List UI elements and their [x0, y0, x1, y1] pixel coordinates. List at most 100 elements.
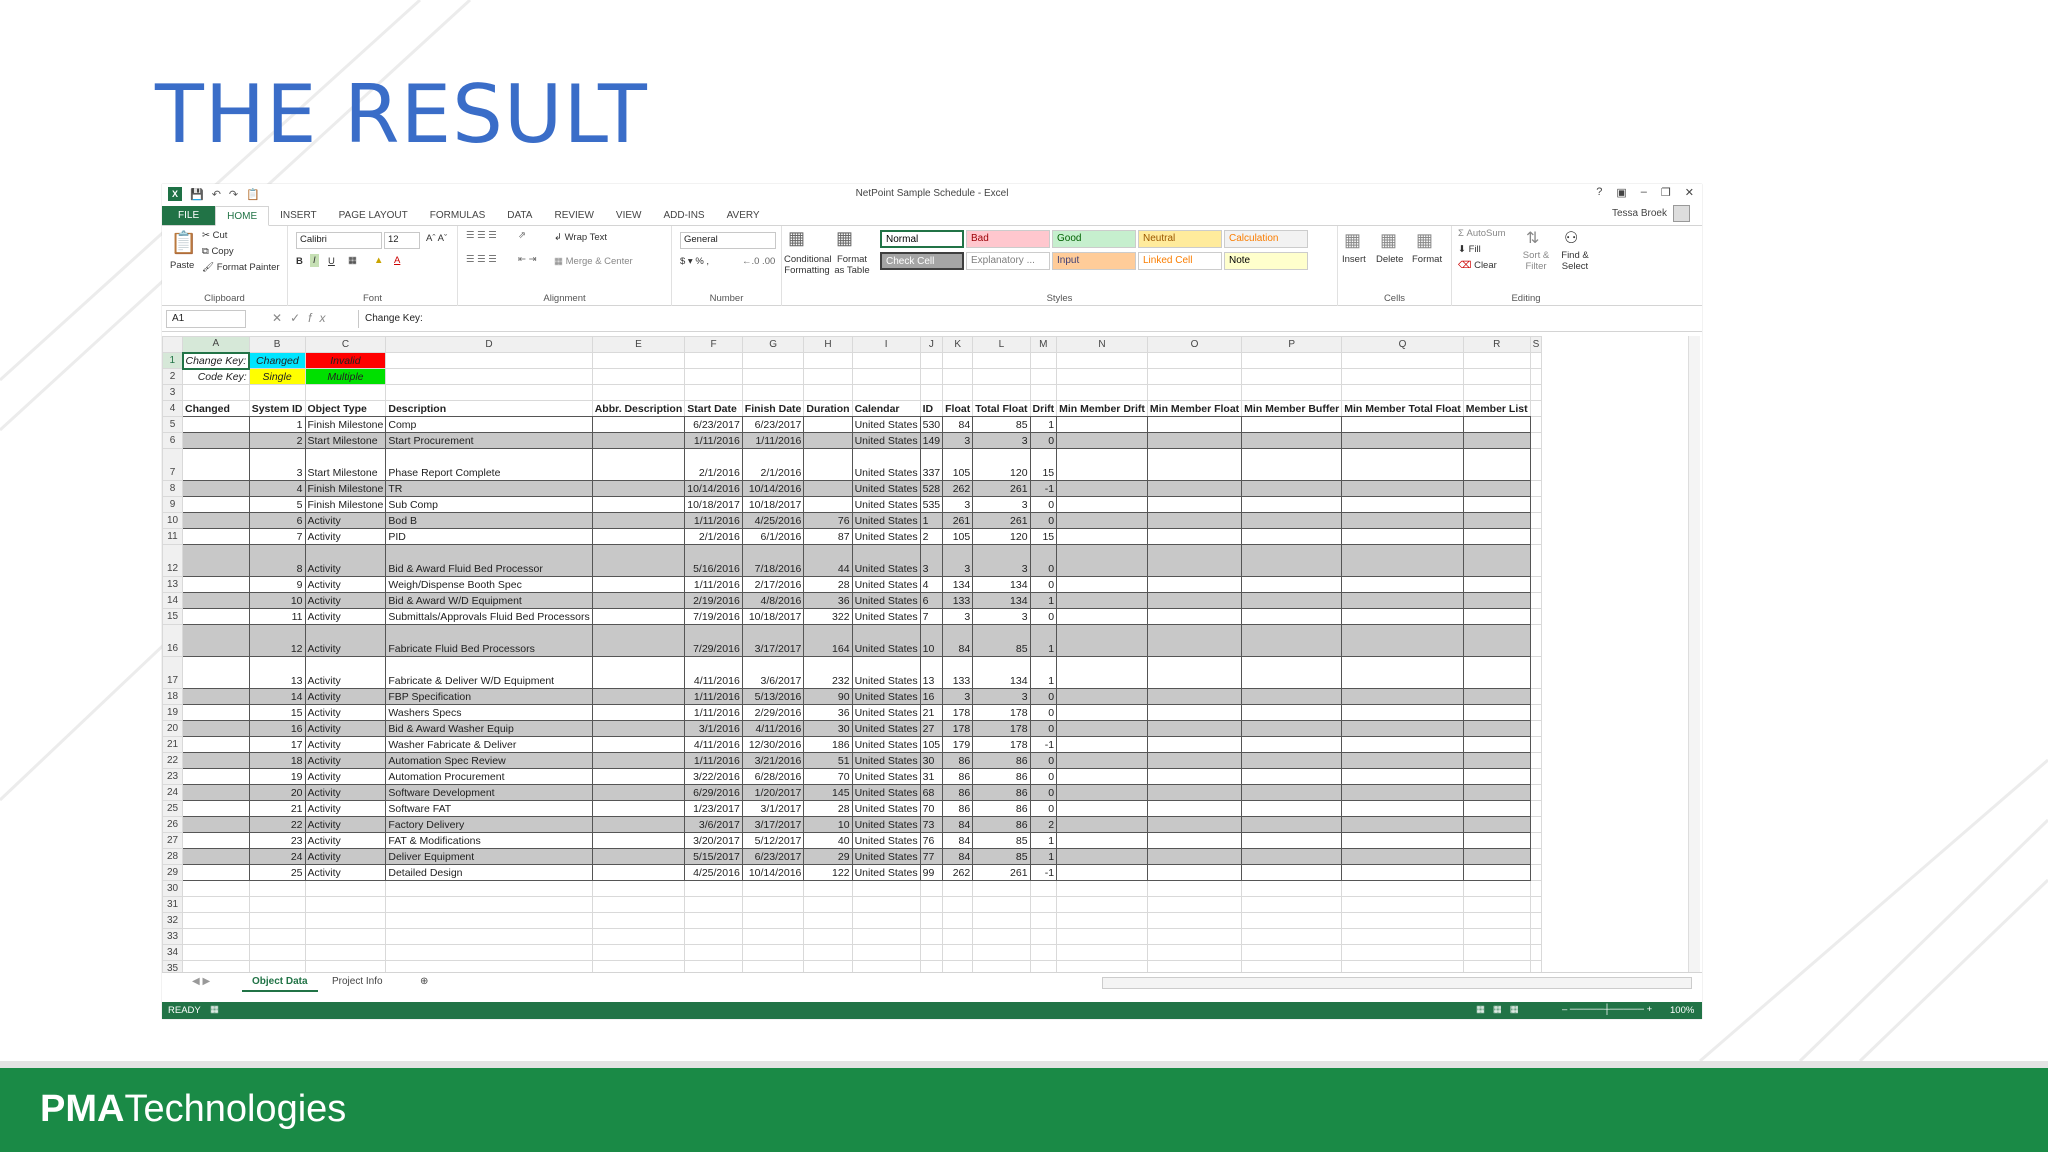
table-row[interactable]: 6 2 Start Milestone Start Procurement 1/11/2…	[162, 432, 1543, 449]
cell[interactable]	[1341, 880, 1464, 897]
changed-cell[interactable]	[182, 736, 250, 753]
abbr-description-cell[interactable]	[591, 720, 686, 737]
changed-cell[interactable]	[182, 864, 250, 881]
row-header[interactable]: 13	[162, 576, 183, 593]
cell[interactable]	[803, 960, 853, 972]
system-id-cell[interactable]: 17	[248, 736, 306, 753]
drift-cell[interactable]: 1	[1029, 624, 1058, 657]
changed-cell[interactable]	[182, 800, 250, 817]
calendar-cell[interactable]: United States	[851, 864, 921, 881]
tab-view[interactable]: VIEW	[605, 206, 653, 225]
member-cell[interactable]	[1341, 592, 1464, 609]
cell[interactable]	[1529, 928, 1543, 945]
cell[interactable]	[1529, 816, 1543, 833]
member-cell[interactable]	[1462, 736, 1531, 753]
duration-cell[interactable]: 28	[803, 800, 853, 817]
member-cell[interactable]	[1056, 720, 1148, 737]
start-date-cell[interactable]: 3/20/2017	[684, 832, 743, 849]
cell[interactable]	[182, 880, 250, 897]
description-cell[interactable]: Weigh/Dispense Booth Spec	[385, 576, 593, 593]
member-cell[interactable]	[1462, 432, 1531, 449]
id-cell[interactable]: 530	[919, 416, 944, 433]
select-all-corner[interactable]	[162, 336, 183, 353]
member-cell[interactable]	[1056, 576, 1148, 593]
drift-cell[interactable]: -1	[1029, 864, 1058, 881]
calendar-cell[interactable]: United States	[851, 704, 921, 721]
drift-cell[interactable]: 1	[1029, 592, 1058, 609]
member-cell[interactable]	[1056, 752, 1148, 769]
start-date-cell[interactable]: 3/22/2016	[684, 768, 743, 785]
column-header-b[interactable]: B	[248, 336, 306, 353]
finish-date-cell[interactable]: 3/6/2017	[741, 656, 805, 689]
header-cell[interactable]: Duration	[803, 400, 853, 417]
id-cell[interactable]: 1	[919, 512, 944, 529]
orientation-icon[interactable]: ⇗	[518, 230, 526, 241]
cell-style-check-cell[interactable]: Check Cell	[880, 252, 964, 270]
table-row[interactable]: 13 9 Activity Weigh/Dispense Booth Spec 1/11…	[162, 576, 1543, 593]
member-cell[interactable]	[1056, 608, 1148, 625]
cell[interactable]	[385, 880, 593, 897]
member-cell[interactable]	[1056, 480, 1148, 497]
cell[interactable]	[1462, 944, 1531, 961]
system-id-cell[interactable]: 2	[248, 432, 306, 449]
cell[interactable]	[1341, 944, 1464, 961]
conditional-formatting-icon[interactable]: ▦	[788, 228, 805, 249]
cell[interactable]	[304, 928, 387, 945]
key-value-c[interactable]: Invalid	[304, 352, 387, 369]
member-cell[interactable]	[1056, 656, 1148, 689]
duration-cell[interactable]: 90	[803, 688, 853, 705]
member-cell[interactable]	[1241, 576, 1343, 593]
cell[interactable]	[1146, 368, 1243, 385]
changed-cell[interactable]	[182, 656, 250, 689]
cell[interactable]	[972, 880, 1031, 897]
system-id-cell[interactable]: 6	[248, 512, 306, 529]
member-cell[interactable]	[1462, 752, 1531, 769]
header-cell[interactable]: Min Member Drift	[1056, 400, 1148, 417]
changed-cell[interactable]	[182, 848, 250, 865]
cell[interactable]	[591, 368, 686, 385]
cell[interactable]	[741, 352, 805, 369]
id-cell[interactable]: 68	[919, 784, 944, 801]
member-cell[interactable]	[1462, 864, 1531, 881]
description-cell[interactable]: Automation Spec Review	[385, 752, 593, 769]
start-date-cell[interactable]: 1/11/2016	[684, 688, 743, 705]
id-cell[interactable]: 3	[919, 544, 944, 577]
cell[interactable]	[1529, 912, 1543, 929]
member-cell[interactable]	[1462, 416, 1531, 433]
total-float-cell[interactable]: 86	[972, 816, 1031, 833]
total-float-cell[interactable]: 134	[972, 656, 1031, 689]
cell[interactable]	[851, 368, 921, 385]
cell[interactable]	[304, 912, 387, 929]
help-icon[interactable]: ?	[1596, 186, 1602, 199]
cell[interactable]	[1529, 864, 1543, 881]
cell[interactable]	[1341, 912, 1464, 929]
calendar-cell[interactable]: United States	[851, 768, 921, 785]
cell[interactable]	[1029, 368, 1058, 385]
table-row[interactable]: 28 24 Activity Deliver Equipment 5/15/2017 6/…	[162, 848, 1543, 865]
cell[interactable]	[304, 384, 387, 401]
object-type-cell[interactable]: Activity	[304, 816, 387, 833]
cell-style-calculation[interactable]: Calculation	[1224, 230, 1308, 248]
row-header[interactable]: 33	[162, 928, 183, 945]
indent-icon[interactable]: ⇤ ⇥	[518, 254, 537, 265]
cell[interactable]	[1146, 896, 1243, 913]
id-cell[interactable]: 27	[919, 720, 944, 737]
member-cell[interactable]	[1241, 528, 1343, 545]
member-cell[interactable]	[1462, 496, 1531, 513]
cell[interactable]	[591, 384, 686, 401]
id-cell[interactable]: 6	[919, 592, 944, 609]
changed-cell[interactable]	[182, 688, 250, 705]
cancel-icon[interactable]: ✕	[272, 311, 290, 325]
description-cell[interactable]: Sub Comp	[385, 496, 593, 513]
tab-data[interactable]: DATA	[496, 206, 543, 225]
member-cell[interactable]	[1241, 592, 1343, 609]
member-cell[interactable]	[1146, 848, 1243, 865]
sheet-tab-project-info[interactable]: Project Info	[322, 973, 393, 990]
header-cell[interactable]: Start Date	[684, 400, 743, 417]
object-type-cell[interactable]: Activity	[304, 576, 387, 593]
formula-input[interactable]: Change Key:	[358, 310, 1698, 328]
member-cell[interactable]	[1241, 864, 1343, 881]
member-cell[interactable]	[1241, 624, 1343, 657]
cell-style-neutral[interactable]: Neutral	[1138, 230, 1222, 248]
cell[interactable]	[1241, 912, 1343, 929]
